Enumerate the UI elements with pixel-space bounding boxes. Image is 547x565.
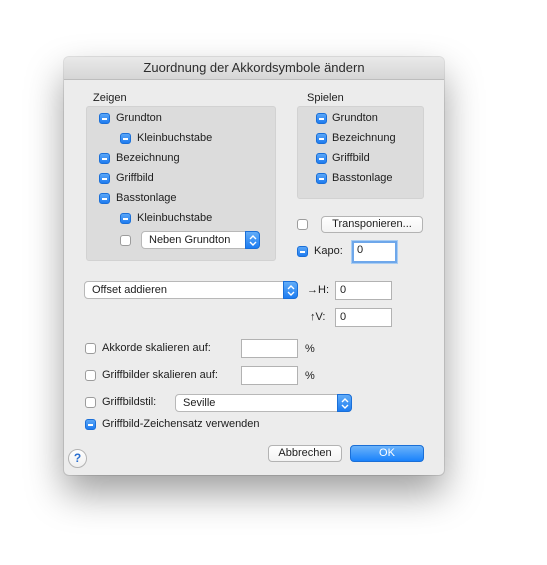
checkbox-scale-chords[interactable]	[85, 343, 96, 354]
chevron-updown-icon	[283, 281, 298, 299]
checkbox-show-bass[interactable]	[99, 193, 110, 204]
label-play-bass: Basstonlage	[332, 172, 393, 184]
checkbox-bass-lowercase[interactable]	[120, 213, 131, 224]
checkbox-show-diagram[interactable]	[99, 173, 110, 184]
checkbox-show-root[interactable]	[99, 113, 110, 124]
checkbox-show-suffix[interactable]	[99, 153, 110, 164]
ok-button[interactable]: OK	[350, 445, 424, 462]
chevron-updown-icon	[337, 394, 352, 412]
checkbox-scale-diagrams[interactable]	[85, 370, 96, 381]
help-button[interactable]: ?	[68, 449, 87, 468]
label-play-root: Grundton	[332, 112, 378, 124]
diagram-style-value: Seville	[183, 397, 216, 409]
zeigen-panel: Grundton Kleinbuchstabe Bezeichnung Grif…	[86, 106, 276, 261]
checkbox-kapo[interactable]	[297, 246, 308, 257]
bass-position-value: Neben Grundton	[149, 234, 231, 246]
transpose-button[interactable]: Transponieren...	[321, 216, 423, 233]
label-show-root: Grundton	[116, 112, 162, 124]
label-play-suffix: Bezeichnung	[332, 132, 396, 144]
diagram-style-select[interactable]: Seville	[175, 394, 352, 412]
scale-chords-input[interactable]	[241, 339, 298, 358]
checkbox-diagram-font[interactable]	[85, 419, 96, 430]
cancel-button[interactable]: Abbrechen	[268, 445, 342, 462]
label-bass-lowercase: Kleinbuchstabe	[137, 212, 213, 224]
chevron-updown-icon	[245, 231, 260, 249]
bass-position-select[interactable]: Neben Grundton	[141, 231, 260, 249]
checkbox-play-diagram[interactable]	[316, 153, 327, 164]
spielen-panel: Grundton Bezeichnung Griffbild Basstonla…	[297, 106, 424, 199]
offset-select[interactable]: Offset addieren	[84, 281, 298, 299]
offset-h-input[interactable]: 0	[335, 281, 392, 300]
scale-diagrams-label: Griffbilder skalieren auf:	[102, 369, 218, 381]
checkbox-play-suffix[interactable]	[316, 133, 327, 144]
label-show-suffix: Bezeichnung	[116, 152, 180, 164]
label-play-diagram: Griffbild	[332, 152, 370, 164]
checkbox-play-root[interactable]	[316, 113, 327, 124]
checkbox-bass-position[interactable]	[120, 235, 131, 246]
offset-select-value: Offset addieren	[92, 284, 168, 296]
label-show-bass: Basstonlage	[116, 192, 177, 204]
kapo-label: Kapo:	[314, 245, 343, 257]
kapo-input[interactable]: 0	[352, 241, 397, 263]
scale-chords-label: Akkorde skalieren auf:	[102, 342, 211, 354]
offset-v-input[interactable]: 0	[335, 308, 392, 327]
diagram-style-label: Griffbildstil:	[102, 396, 157, 408]
label-show-diagram: Griffbild	[116, 172, 154, 184]
zeigen-heading: Zeigen	[93, 92, 127, 104]
dialog-window: Zuordnung der Akkordsymbole ändern Zeige…	[64, 57, 444, 475]
label-root-lowercase: Kleinbuchstabe	[137, 132, 213, 144]
diagram-font-label: Griffbild-Zeichensatz verwenden	[102, 418, 260, 430]
checkbox-diagram-style[interactable]	[85, 397, 96, 408]
spielen-heading: Spielen	[307, 92, 344, 104]
offset-h-label: →H:	[307, 284, 329, 296]
scale-diagrams-unit: %	[305, 370, 315, 382]
offset-v-label: ↑V:	[310, 311, 326, 323]
checkbox-play-bass[interactable]	[316, 173, 327, 184]
checkbox-transpose[interactable]	[297, 219, 308, 230]
checkbox-root-lowercase[interactable]	[120, 133, 131, 144]
window-title: Zuordnung der Akkordsymbole ändern	[64, 57, 444, 80]
scale-chords-unit: %	[305, 343, 315, 355]
scale-diagrams-input[interactable]	[241, 366, 298, 385]
